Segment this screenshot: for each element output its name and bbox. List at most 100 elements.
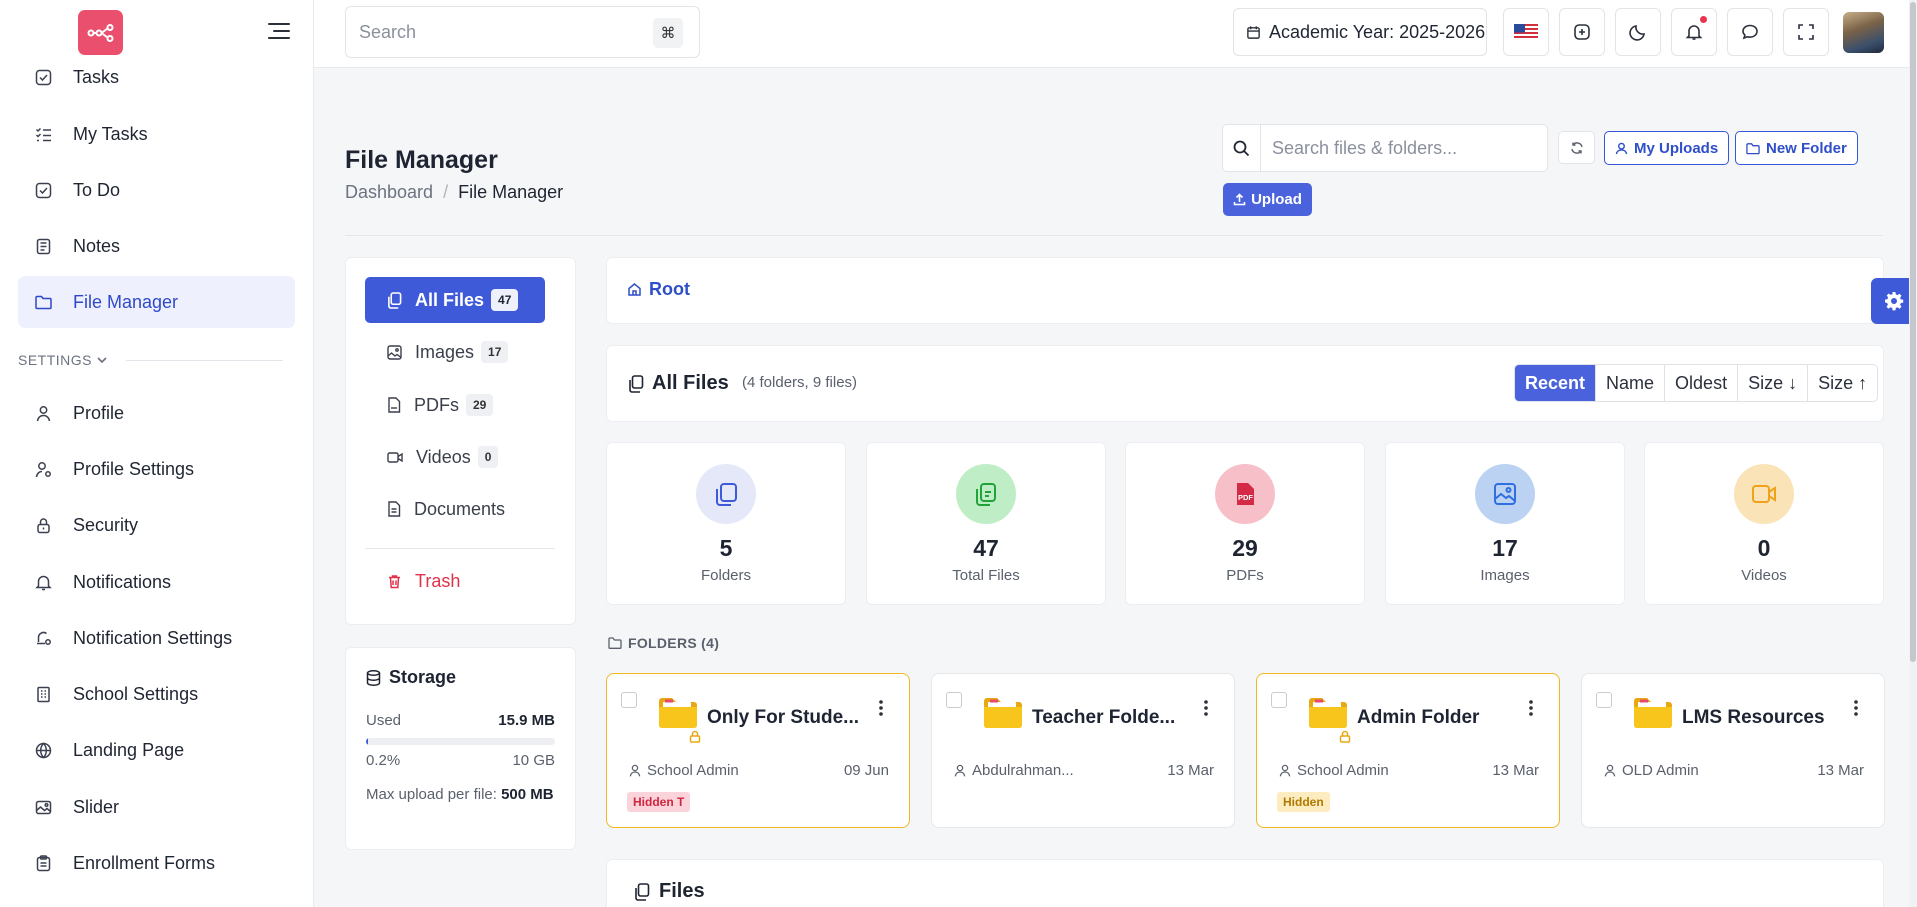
notifications-button[interactable] xyxy=(1671,8,1717,56)
folder-card[interactable]: LMS Resources OLD Admin 13 Mar xyxy=(1581,673,1885,828)
sidebar-item-profile-settings[interactable]: Profile Settings xyxy=(18,443,295,495)
stat-card-total-files: 47 Total Files xyxy=(866,442,1106,605)
more-options-icon[interactable] xyxy=(879,700,883,716)
folder-checkbox[interactable] xyxy=(1596,692,1612,708)
breadcrumb-dashboard[interactable]: Dashboard xyxy=(345,182,433,202)
globe-icon xyxy=(32,739,54,761)
folder-checkbox[interactable] xyxy=(946,692,962,708)
sidebar-item-label: Profile xyxy=(73,402,125,423)
category-label: Videos xyxy=(416,446,471,467)
folder-card[interactable]: Teacher Folde... Abdulrahman... 13 Mar xyxy=(931,673,1235,828)
lock-icon xyxy=(1339,730,1351,743)
gear-icon xyxy=(1885,292,1904,311)
plus-circle-icon xyxy=(1574,24,1590,40)
folder-name[interactable]: LMS Resources xyxy=(1682,707,1825,729)
storage-percent-row: 0.2% 10 GB xyxy=(366,752,555,769)
upload-button[interactable]: Upload xyxy=(1223,183,1312,216)
user-cog-icon xyxy=(32,458,54,480)
user-icon xyxy=(32,402,54,424)
sort-button[interactable]: Size ↑ xyxy=(1807,365,1877,401)
storage-used-value: 15.9 MB xyxy=(498,712,555,729)
sidebar-item-profile[interactable]: Profile xyxy=(18,387,295,439)
sidebar-item-my-tasks[interactable]: My Tasks xyxy=(18,108,295,160)
file-search-input[interactable]: Search files & folders... xyxy=(1261,138,1457,159)
refresh-icon xyxy=(1570,141,1583,154)
files-stat-icon xyxy=(956,464,1016,524)
folder-checkbox[interactable] xyxy=(621,692,637,708)
trash-link[interactable]: Trash xyxy=(365,558,545,604)
trash-label: Trash xyxy=(415,570,461,591)
messages-button[interactable] xyxy=(1727,8,1773,56)
folder-name[interactable]: Teacher Folde... xyxy=(1032,707,1175,729)
folder-name[interactable]: Admin Folder xyxy=(1357,707,1479,729)
folder-name[interactable]: Only For Stude... xyxy=(707,707,859,729)
folder-outline-icon xyxy=(608,637,622,649)
sidebar-item-school-settings[interactable]: School Settings xyxy=(18,668,295,720)
sidebar-item-security[interactable]: Security xyxy=(18,499,295,551)
root-breadcrumb[interactable]: Root xyxy=(627,279,690,300)
add-shortcut-button[interactable] xyxy=(1559,8,1605,56)
stat-value: 5 xyxy=(719,535,733,561)
more-options-icon[interactable] xyxy=(1204,700,1208,716)
category-videos[interactable]: Videos 0 xyxy=(365,434,545,480)
sidebar-item-notifications[interactable]: Notifications xyxy=(18,556,295,608)
folder-checkbox[interactable] xyxy=(1271,692,1287,708)
my-uploads-button[interactable]: My Uploads xyxy=(1604,131,1730,165)
new-folder-button[interactable]: New Folder xyxy=(1735,131,1858,165)
breadcrumb-separator: / xyxy=(443,182,449,202)
page-title: File Manager xyxy=(345,146,498,174)
category-all-files[interactable]: All Files 47 xyxy=(365,277,545,323)
category-documents[interactable]: Documents xyxy=(365,486,545,532)
sidebar-item-notification-settings[interactable]: Notification Settings xyxy=(18,612,295,664)
dark-mode-button[interactable] xyxy=(1615,8,1661,56)
menu-toggle-icon[interactable] xyxy=(268,22,290,40)
folder-card[interactable]: Only For Stude... School Admin 09 Jun Hidde… xyxy=(606,673,910,828)
language-button[interactable] xyxy=(1503,8,1549,56)
my-uploads-label: My Uploads xyxy=(1634,139,1719,157)
scrollbar-thumb[interactable] xyxy=(1910,2,1916,662)
notification-dot xyxy=(1700,16,1707,23)
folder-owner: School Admin xyxy=(1279,762,1389,779)
category-pdfs[interactable]: PDFs 29 xyxy=(365,382,545,428)
folder-card[interactable]: Admin Folder School Admin 13 Mar Hidden xyxy=(1256,673,1560,828)
sidebar-item-to-do[interactable]: To Do xyxy=(18,164,295,216)
calendar-icon xyxy=(1247,25,1260,39)
sidebar-item-file-manager[interactable]: File Manager xyxy=(18,276,295,328)
folder-date: 13 Mar xyxy=(1492,762,1539,779)
fullscreen-button[interactable] xyxy=(1783,8,1829,56)
category-count-badge: 29 xyxy=(466,394,494,416)
sidebar-item-slider[interactable]: Slider xyxy=(18,781,295,833)
folder-date: 13 Mar xyxy=(1167,762,1214,779)
global-search-input[interactable]: Search ⌘ xyxy=(345,6,700,58)
pdf-stat-icon: PDF xyxy=(1215,464,1275,524)
user-avatar[interactable] xyxy=(1843,12,1884,53)
new-folder-label: New Folder xyxy=(1766,139,1847,157)
sort-button[interactable]: Recent xyxy=(1515,365,1596,401)
sort-button[interactable]: Size ↓ xyxy=(1737,365,1807,401)
settings-section-title[interactable]: SETTINGS xyxy=(18,352,283,368)
database-icon xyxy=(366,669,381,686)
page-scrollbar[interactable] xyxy=(1909,0,1917,907)
sidebar-item-landing-page[interactable]: Landing Page xyxy=(18,724,295,776)
sidebar-item-enrollment-forms[interactable]: Enrollment Forms xyxy=(18,837,295,889)
stat-value: 17 xyxy=(1492,535,1518,561)
category-images[interactable]: Images 17 xyxy=(365,329,545,375)
folder-owner: OLD Admin xyxy=(1604,762,1699,779)
image-icon xyxy=(32,796,54,818)
sort-button[interactable]: Oldest xyxy=(1664,365,1737,401)
file-search-box[interactable]: Search files & folders... xyxy=(1222,124,1548,172)
sidebar-item-notes[interactable]: Notes xyxy=(18,220,295,272)
chat-icon xyxy=(1742,24,1758,40)
stat-value: 47 xyxy=(973,535,999,561)
refresh-button[interactable] xyxy=(1558,131,1595,164)
sidebar-item-tasks[interactable]: Tasks xyxy=(18,51,295,103)
files-icon xyxy=(635,882,650,901)
more-options-icon[interactable] xyxy=(1529,700,1533,716)
app-logo[interactable] xyxy=(78,10,123,55)
academic-year-selector[interactable]: Academic Year: 2025-2026 xyxy=(1233,8,1487,56)
pdf-icon xyxy=(387,397,401,413)
storage-title-label: Storage xyxy=(389,667,457,687)
more-options-icon[interactable] xyxy=(1854,700,1858,716)
max-upload-text: Max upload per file: 500 MB xyxy=(366,784,556,806)
sort-button[interactable]: Name xyxy=(1595,365,1664,401)
